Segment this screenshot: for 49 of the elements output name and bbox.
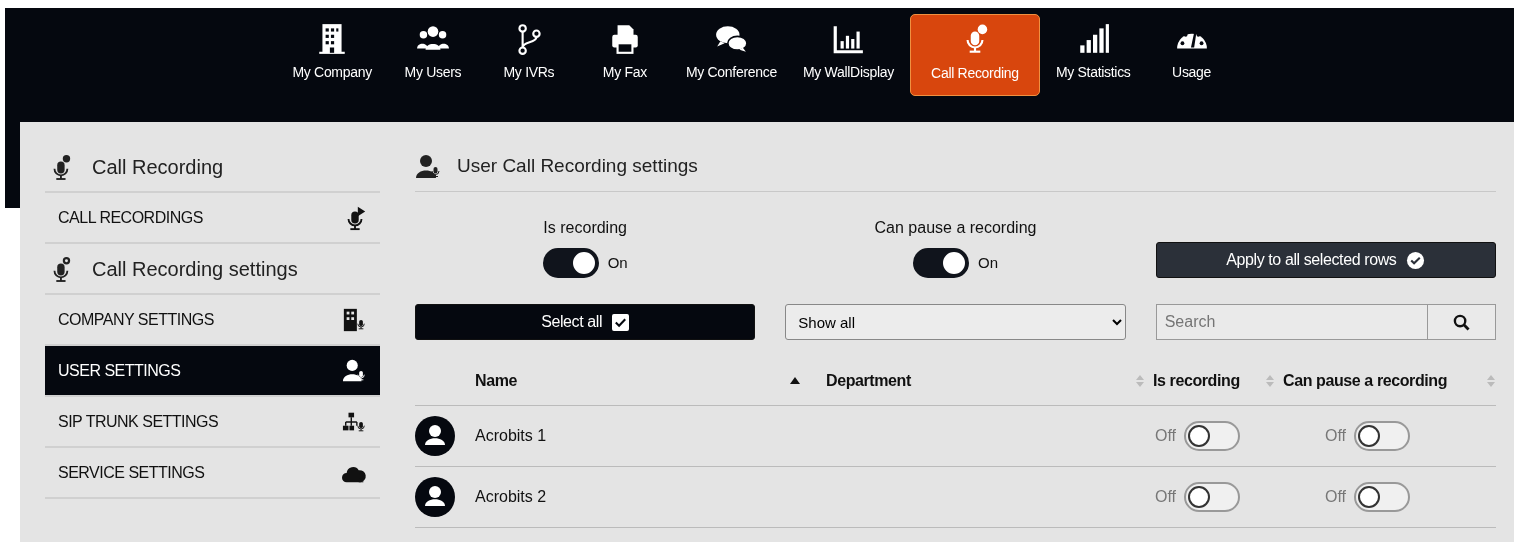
toggle-state-label: Off: [1325, 426, 1347, 446]
toggle-state-label: Off: [1155, 487, 1177, 507]
nav-tab[interactable]: My Fax: [579, 14, 670, 96]
search-icon: [1453, 314, 1470, 332]
search-button[interactable]: [1428, 304, 1496, 340]
user-name: Acrobits 1: [475, 426, 548, 446]
toggle-switch[interactable]: [1184, 482, 1241, 512]
toggle-state-label: On: [978, 252, 998, 273]
checkbox-icon: [612, 313, 630, 331]
sidebar-item[interactable]: CALL RECORDINGS: [45, 193, 380, 244]
user-microphone-icon: [415, 152, 443, 181]
toggle-switch[interactable]: [1354, 482, 1411, 512]
sidebar-item[interactable]: SIP TRUNK SETTINGS: [45, 397, 380, 448]
avatar-icon: [415, 477, 455, 517]
section-title: Call Recording: [92, 154, 224, 180]
nav-tab[interactable]: My IVRs: [483, 14, 574, 96]
toggle-label: Can pause a recording: [874, 218, 1037, 238]
column-header[interactable]: Is recording: [1153, 368, 1240, 393]
filter-select[interactable]: Show all: [785, 304, 1126, 340]
select-all-button[interactable]: Select all: [415, 304, 756, 340]
sidebar-item[interactable]: SERVICE SETTINGS: [45, 448, 380, 499]
nav-tab[interactable]: My Users: [387, 14, 478, 96]
check-circle-icon: [1406, 250, 1426, 270]
column-header[interactable]: Name: [475, 368, 517, 393]
nav-tab[interactable]: My Company: [282, 14, 382, 96]
nav-tab[interactable]: Usage: [1146, 14, 1237, 96]
toggle-state-label: Off: [1155, 426, 1177, 446]
panel-title: User Call Recording settings: [457, 154, 698, 179]
nav-tab[interactable]: My Statistics: [1045, 14, 1141, 96]
column-header[interactable]: Can pause a recording: [1283, 368, 1448, 393]
toggle-switch[interactable]: [1354, 421, 1411, 451]
toggle-state-label: On: [607, 252, 628, 273]
sidebar-item[interactable]: USER SETTINGS: [45, 346, 380, 397]
nav-tab[interactable]: My Conference: [675, 14, 787, 96]
toggle-label: Is recording: [543, 218, 627, 238]
toggle-switch[interactable]: [542, 248, 599, 278]
user-microphone-icon: [342, 357, 368, 384]
toggle-switch[interactable]: [913, 248, 969, 278]
toggle-switch[interactable]: [1184, 421, 1241, 451]
column-header[interactable]: Department: [826, 368, 911, 393]
avatar-icon: [415, 416, 455, 456]
nav-tab[interactable]: My WallDisplay: [792, 14, 904, 96]
section-title: Call Recording settings: [92, 256, 298, 282]
apply-button[interactable]: Apply to all selected rows: [1155, 242, 1496, 278]
user-name: Acrobits 2: [475, 487, 548, 507]
search-field[interactable]: Search: [1155, 304, 1428, 340]
nav-tab[interactable]: Call Recording: [909, 14, 1040, 96]
toggle-state-label: Off: [1325, 487, 1347, 507]
building-microphone-icon: [342, 306, 368, 333]
